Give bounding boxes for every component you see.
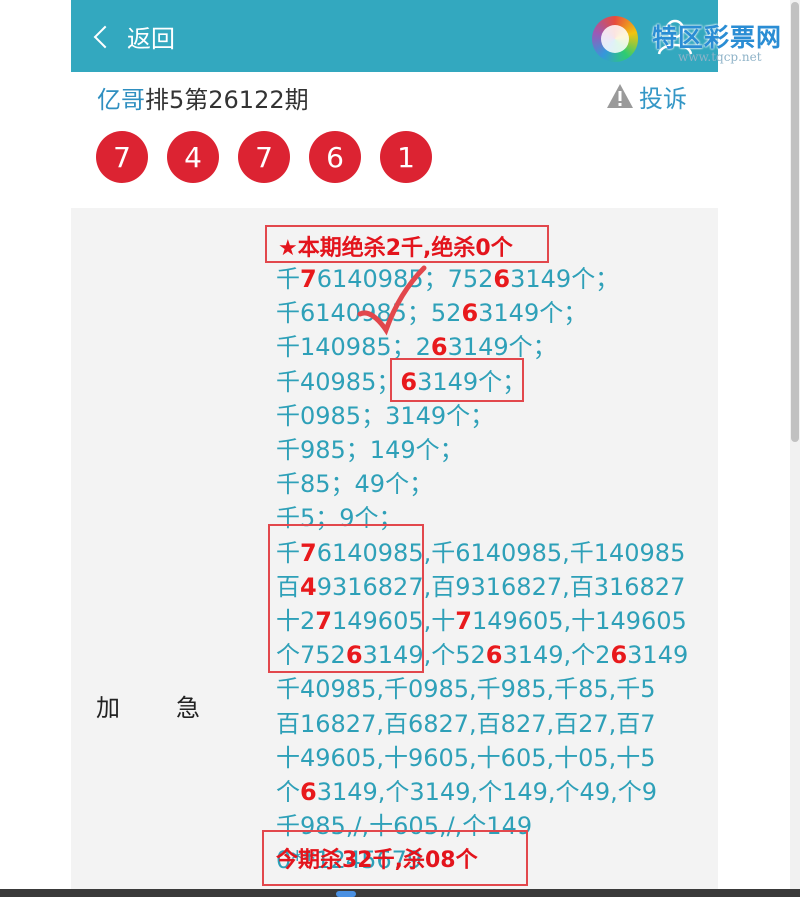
prediction-line: 千985,/,十605,/,个149 xyxy=(276,809,532,843)
line-segment: 3149,个2 xyxy=(502,641,611,670)
line-segment: 149605,十 xyxy=(331,607,456,635)
issue-title: 排5第26122期 xyxy=(145,86,309,114)
prediction-line: 千85；49个； xyxy=(276,467,433,501)
complain-label: 投诉 xyxy=(639,84,687,113)
scrollbar-thumb[interactable] xyxy=(791,2,799,442)
line-segment: 十2 xyxy=(276,607,316,635)
line-segment: 3149个； xyxy=(478,299,588,328)
row-label-char: 急 xyxy=(176,694,200,722)
line-segment: 6 xyxy=(345,641,363,670)
prediction-line: 个75263149,个5263149,个263149 xyxy=(276,638,688,672)
banner-top: ★本期绝杀2千,绝杀0个 xyxy=(278,236,513,261)
back-label: 返回 xyxy=(127,24,175,53)
banner-bottom: 今期杀32千,杀08个 xyxy=(276,848,478,873)
line-segment: 千 xyxy=(276,265,300,293)
line-segment: 3149,个52 xyxy=(362,641,486,670)
line-segment: 6 xyxy=(461,299,479,328)
line-segment: 4 xyxy=(300,572,317,601)
line-segment: 6 xyxy=(430,333,448,362)
prediction-line: 千5；9个； xyxy=(276,501,403,535)
line-segment: 千985,/,十605,/,个149 xyxy=(276,812,533,841)
prediction-line: 个63149,个3149,个149,个49,个9 xyxy=(276,775,657,809)
line-segment: 6 xyxy=(400,367,418,396)
line-segment: 千40985； xyxy=(276,367,401,396)
line-segment: 7 xyxy=(300,538,317,567)
line-segment: 千0985；3149个； xyxy=(276,401,495,430)
line-segment: 6 xyxy=(300,778,317,806)
line-segment: 千40985,千0985,千985,千85,千5 xyxy=(276,675,656,704)
draw-ball: 6 xyxy=(309,131,361,183)
line-segment: 百16827,百6827,百827,百27,百7 xyxy=(276,709,656,738)
checkmark-icon xyxy=(357,265,427,336)
scrollbar[interactable] xyxy=(790,0,800,897)
line-segment: 千5；9个； xyxy=(276,504,403,533)
toolbar-indicator xyxy=(336,891,356,897)
line-segment: 千 xyxy=(276,538,300,567)
prediction-line: 千985；149个； xyxy=(276,433,464,467)
author-link[interactable]: 亿哥 xyxy=(97,86,145,114)
chevron-left-icon xyxy=(93,25,117,49)
line-segment: 9316827,百9316827,百316827 xyxy=(316,572,686,601)
prediction-line: 千76140985；75263149个； xyxy=(276,262,619,296)
complain-button[interactable]: 投诉 xyxy=(605,80,687,113)
prediction-line: 千40985,千0985,千985,千85,千5 xyxy=(276,672,656,706)
prediction-line: 千76140985,千6140985,千140985 xyxy=(276,536,685,570)
draw-ball: 4 xyxy=(167,131,219,183)
prediction-line: 千6140985；5263149个； xyxy=(276,296,587,330)
prediction-line: 百16827,百6827,百827,百27,百7 xyxy=(276,707,656,741)
line-segment: 6140985,千6140985,千140985 xyxy=(316,538,686,567)
line-segment: 3149个； xyxy=(447,333,557,362)
prediction-line: 千0985；3149个； xyxy=(276,399,494,433)
line-segment: 6 xyxy=(485,641,503,670)
logo-url: www.tqcp.net xyxy=(678,50,762,64)
row-label: 加急 xyxy=(96,688,200,723)
draw-numbers: 7 4 7 6 1 xyxy=(96,131,451,183)
line-segment: 3149个； xyxy=(417,367,527,396)
line-segment: 个752 xyxy=(276,641,346,670)
line-segment: 6 xyxy=(610,641,628,670)
prediction-line: 十27149605,十7149605,十149605 xyxy=(276,604,687,638)
line-segment: 3149,个3149,个149,个49,个9 xyxy=(316,778,657,806)
prediction-line: 千40985；63149个； xyxy=(276,365,526,399)
draw-ball: 7 xyxy=(96,131,148,183)
warning-icon xyxy=(607,84,633,108)
back-button[interactable]: 返回 xyxy=(93,18,175,54)
line-segment: 十49605,十9605,十605,十05,十5 xyxy=(276,743,656,772)
line-segment: 6 xyxy=(493,265,511,293)
draw-ball: 7 xyxy=(238,131,290,183)
line-segment: 7 xyxy=(455,607,472,635)
line-segment: 个 xyxy=(276,778,300,806)
line-segment: 7 xyxy=(315,607,332,635)
bottom-toolbar xyxy=(0,889,800,897)
logo-ring-icon xyxy=(592,16,638,62)
site-logo-watermark: 特区彩票网 www.tqcp.net xyxy=(592,12,800,66)
line-segment: 3149个； xyxy=(510,265,620,293)
line-segment: 149605,十149605 xyxy=(471,607,687,635)
prediction-line: 十49605,十9605,十605,十05,十5 xyxy=(276,741,656,775)
draw-ball: 1 xyxy=(380,131,432,183)
logo-name: 特区彩票网 xyxy=(652,23,783,52)
line-segment: 千85；49个； xyxy=(276,470,434,499)
row-label-char: 加 xyxy=(96,694,120,722)
prediction-line: 百49316827,百9316827,百316827 xyxy=(276,570,685,604)
line-segment: 千985；149个； xyxy=(276,436,464,464)
line-segment: 3149 xyxy=(627,641,689,670)
line-segment: 7 xyxy=(300,265,317,293)
line-segment: 百 xyxy=(276,572,300,601)
